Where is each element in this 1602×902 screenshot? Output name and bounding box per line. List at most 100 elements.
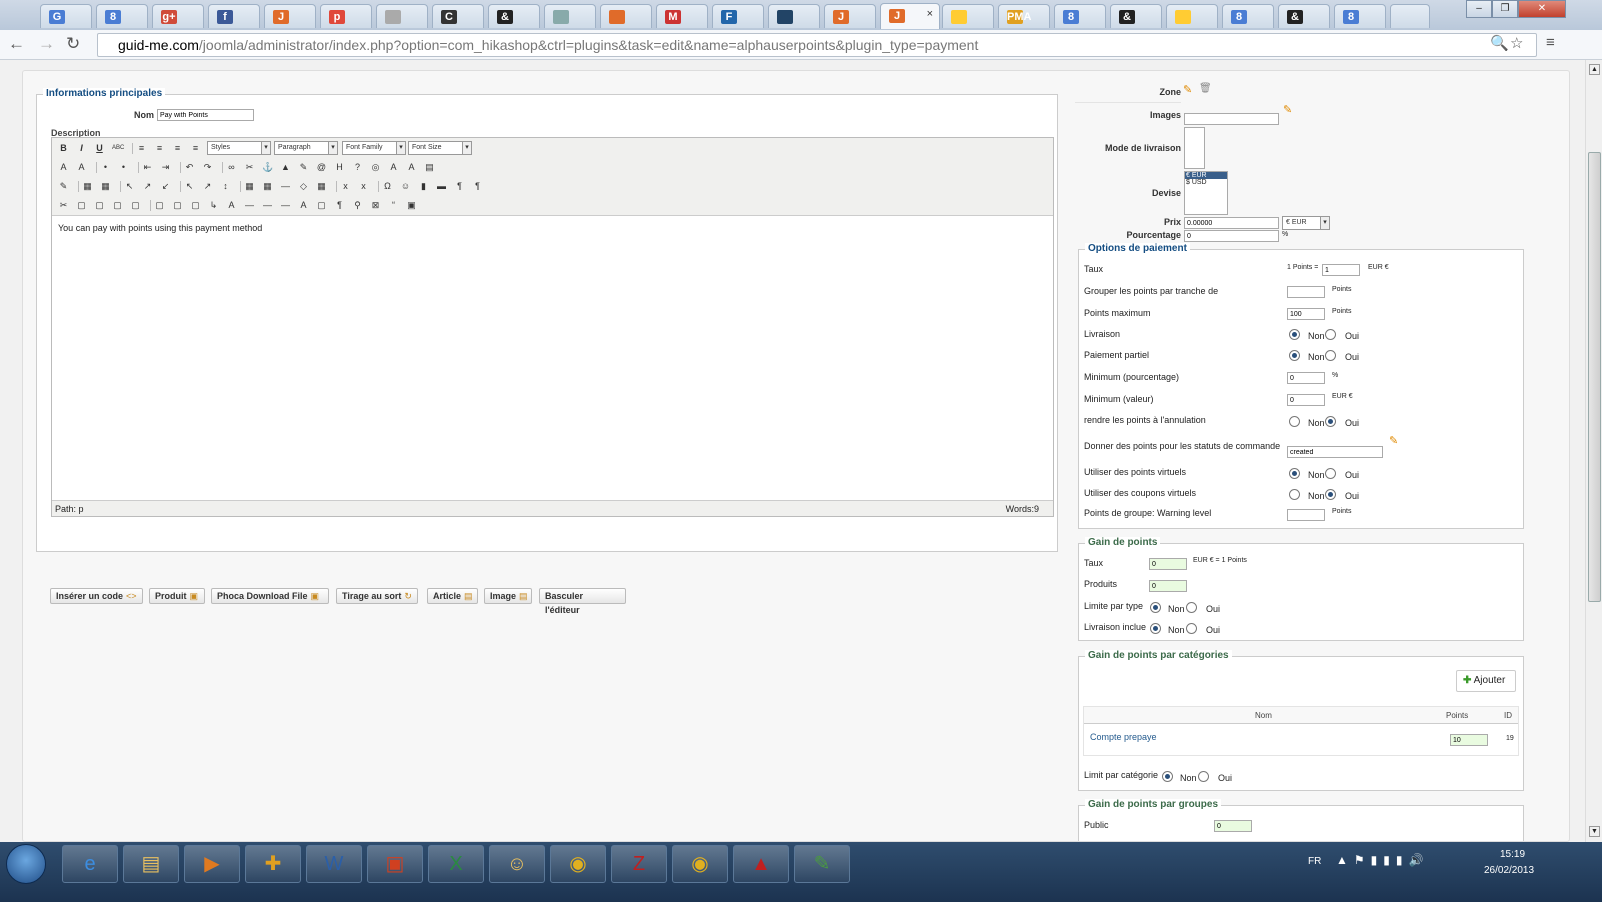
style-icon[interactable]: A bbox=[226, 200, 237, 211]
livraison-non-radio[interactable] bbox=[1289, 329, 1300, 340]
menu-icon[interactable]: ≡ bbox=[1546, 34, 1555, 51]
edit-icon[interactable]: ✎ bbox=[58, 181, 69, 192]
limite-type-oui-radio[interactable] bbox=[1186, 602, 1197, 613]
chrome-taskbar-icon[interactable]: ◉ bbox=[550, 845, 606, 883]
devise-list[interactable]: € EUR $ USD bbox=[1184, 171, 1228, 215]
pma-tab[interactable]: PMA bbox=[998, 4, 1050, 28]
paste-text-icon[interactable]: ▢ bbox=[112, 200, 123, 211]
attribs-icon[interactable]: ▢ bbox=[316, 200, 327, 211]
ltr-icon[interactable]: ¶ bbox=[454, 181, 465, 192]
eraser-icon[interactable]: ◇ bbox=[298, 181, 309, 192]
wifi-tab[interactable] bbox=[768, 4, 820, 28]
text-color-icon[interactable]: A bbox=[388, 162, 399, 173]
clock-time[interactable]: 15:19 bbox=[1500, 849, 1525, 860]
cut-icon[interactable]: ✂ bbox=[58, 200, 69, 211]
quote-icon[interactable]: “ bbox=[388, 200, 399, 211]
acrobat-taskbar-icon[interactable]: ▲ bbox=[733, 845, 789, 883]
livraison-oui-radio[interactable] bbox=[1325, 329, 1336, 340]
align-right-icon[interactable]: ≡ bbox=[172, 143, 183, 154]
prix-currency-select[interactable]: € EUR bbox=[1282, 216, 1330, 230]
start-button[interactable] bbox=[6, 844, 46, 884]
indent-icon[interactable]: ⇥ bbox=[160, 162, 171, 173]
align-left-icon[interactable]: ≡ bbox=[136, 143, 147, 154]
mode-livraison-list[interactable] bbox=[1184, 127, 1205, 169]
minimize-button[interactable]: – bbox=[1466, 0, 1492, 18]
joomla-tab-2[interactable]: J bbox=[824, 4, 876, 28]
google-search-tab[interactable]: 8 bbox=[96, 4, 148, 28]
table-row-icon[interactable]: ▦ bbox=[100, 181, 111, 192]
livraison-inclue-non-radio[interactable] bbox=[1150, 623, 1161, 634]
excel-taskbar-icon[interactable]: X bbox=[428, 845, 484, 883]
special-char-icon[interactable]: Ω bbox=[382, 181, 393, 192]
filezilla-taskbar-icon[interactable]: Z bbox=[611, 845, 667, 883]
public-input[interactable] bbox=[1214, 820, 1252, 832]
max-input[interactable] bbox=[1287, 308, 1325, 320]
scroll-thumb[interactable] bbox=[1588, 152, 1601, 602]
editor-body[interactable]: You can pay with points using this payme… bbox=[52, 216, 1053, 500]
ampersand-tab-2[interactable]: & bbox=[1110, 4, 1162, 28]
del-icon[interactable]: — bbox=[280, 200, 291, 211]
image-button[interactable]: Image ▤ bbox=[484, 588, 532, 604]
rtl-icon[interactable]: ¶ bbox=[472, 181, 483, 192]
bookmark-star-icon[interactable]: ☆ bbox=[1510, 34, 1523, 52]
html-icon[interactable]: H bbox=[334, 162, 345, 173]
search-icon[interactable]: ⚲ bbox=[352, 200, 363, 211]
list-tab[interactable] bbox=[544, 4, 596, 28]
url-input[interactable]: guid-me.com/joomla/administrator/index.p… bbox=[97, 33, 1537, 57]
template-icon[interactable]: ▢ bbox=[190, 200, 201, 211]
paiement-partiel-non-radio[interactable] bbox=[1289, 350, 1300, 361]
bullet-list-icon[interactable]: • bbox=[100, 162, 111, 173]
zone-edit-icon[interactable]: ✎ bbox=[1183, 83, 1192, 96]
visual-aid-icon[interactable]: ▦ bbox=[316, 181, 327, 192]
basculer-editeur-button[interactable]: Basculer l'éditeur bbox=[539, 588, 626, 615]
page-scrollbar[interactable]: ▲ ▼ bbox=[1585, 60, 1602, 842]
tirage-au-sort-button[interactable]: Tirage au sort ↻ bbox=[336, 588, 418, 604]
help-icon[interactable]: @ bbox=[316, 162, 327, 173]
pourcentage-input[interactable] bbox=[1184, 230, 1279, 242]
paiement-partiel-oui-radio[interactable] bbox=[1325, 350, 1336, 361]
grouper-input[interactable] bbox=[1287, 286, 1325, 298]
close-tab-icon[interactable]: × bbox=[927, 8, 933, 20]
back-icon[interactable]: ← bbox=[8, 34, 25, 54]
scroll-up-icon[interactable]: ▲ bbox=[1589, 64, 1600, 75]
maximize-button[interactable]: ❐ bbox=[1492, 0, 1518, 18]
undo-icon[interactable]: ↶ bbox=[184, 162, 195, 173]
article-button[interactable]: Article ▤ bbox=[427, 588, 478, 604]
preview-icon[interactable]: ◎ bbox=[370, 162, 381, 173]
coupons-non-radio[interactable] bbox=[1289, 489, 1300, 500]
c-tab[interactable]: C bbox=[432, 4, 484, 28]
rendre-non-radio[interactable] bbox=[1289, 416, 1300, 427]
replace-icon[interactable]: A bbox=[76, 162, 87, 173]
styles-select[interactable]: Styles bbox=[207, 141, 271, 155]
language-indicator[interactable]: FR bbox=[1308, 856, 1321, 867]
paste-icon[interactable]: ▢ bbox=[94, 200, 105, 211]
tray-icons[interactable]: ▲⚑▮▮▮🔊 bbox=[1336, 853, 1429, 867]
abbr-icon[interactable]: — bbox=[244, 200, 255, 211]
select-all-icon[interactable]: ▢ bbox=[154, 200, 165, 211]
limit-categorie-non-radio[interactable] bbox=[1162, 771, 1173, 782]
joomla-tab[interactable]: J bbox=[264, 4, 316, 28]
inserer-code-button[interactable]: Insérer un code <> bbox=[50, 588, 143, 604]
category-link[interactable]: Compte prepaye bbox=[1090, 732, 1157, 742]
italic-icon[interactable]: I bbox=[76, 143, 87, 154]
new-tab-button[interactable] bbox=[1390, 4, 1430, 28]
delete-col-icon[interactable]: ↕ bbox=[220, 181, 231, 192]
messenger-taskbar-icon[interactable]: ☺ bbox=[489, 845, 545, 883]
star-tab[interactable] bbox=[942, 4, 994, 28]
nom-input[interactable] bbox=[157, 109, 254, 121]
close-window-button[interactable]: ✕ bbox=[1518, 0, 1566, 18]
scroll-down-icon[interactable]: ▼ bbox=[1589, 826, 1600, 837]
anchor-icon[interactable]: ⚓ bbox=[262, 162, 273, 173]
virtuels-oui-radio[interactable] bbox=[1325, 468, 1336, 479]
align-center-icon[interactable]: ≡ bbox=[154, 143, 165, 154]
powerpoint-taskbar-icon[interactable]: ▣ bbox=[367, 845, 423, 883]
redo-icon[interactable]: ↷ bbox=[202, 162, 213, 173]
prix-input[interactable] bbox=[1184, 217, 1279, 229]
coupons-oui-radio[interactable] bbox=[1325, 489, 1336, 500]
limit-categorie-oui-radio[interactable] bbox=[1198, 771, 1209, 782]
reload-icon[interactable]: ↻ bbox=[66, 34, 80, 54]
row-after-icon[interactable]: ↗ bbox=[142, 181, 153, 192]
joomla-active-tab[interactable]: J × bbox=[880, 3, 940, 29]
min-val-input[interactable] bbox=[1287, 394, 1325, 406]
media-icon[interactable]: ▤ bbox=[424, 162, 435, 173]
